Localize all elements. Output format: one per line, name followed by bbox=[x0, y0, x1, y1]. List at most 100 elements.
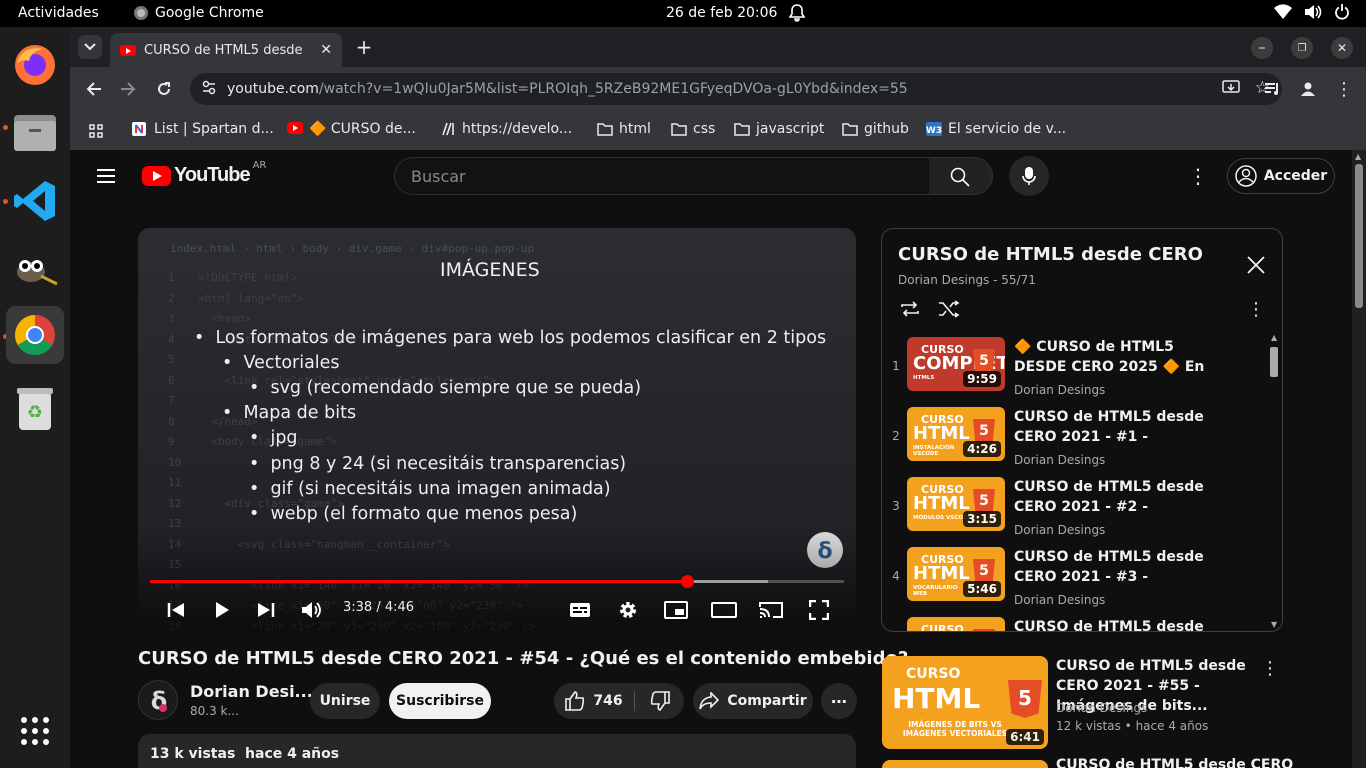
subscribe-button[interactable]: Suscribirse bbox=[389, 683, 491, 719]
miniplayer-icon[interactable] bbox=[663, 598, 689, 622]
bookmark-item[interactable]: 🔶 CURSO de... bbox=[287, 121, 416, 137]
close-playlist-icon[interactable] bbox=[1244, 253, 1268, 277]
playlist-menu-icon[interactable]: ⋮ bbox=[1244, 297, 1268, 321]
sign-in-button[interactable]: Acceder bbox=[1227, 158, 1335, 194]
playlist-item[interactable]: 3 CURSO HTML 5 MÓDULOS VSCODE 3:15 CURSO de HT… bbox=[882, 469, 1282, 539]
play-icon[interactable] bbox=[210, 598, 234, 622]
like-button[interactable]: 746 bbox=[554, 683, 634, 719]
activities-button[interactable]: Actividades bbox=[18, 5, 99, 21]
voice-search-icon[interactable] bbox=[1009, 156, 1049, 196]
site-info-icon[interactable] bbox=[202, 80, 216, 100]
theater-mode-icon[interactable] bbox=[711, 598, 737, 622]
search-button[interactable] bbox=[929, 157, 993, 195]
next-video-thumbnail-partial[interactable] bbox=[882, 760, 1048, 768]
shuffle-icon[interactable] bbox=[937, 297, 961, 321]
search-input[interactable]: Buscar bbox=[394, 157, 930, 195]
playlist-item[interactable]: 4 CURSO HTML 5 VOCABULARIO WEB 5:46 CURSO de H… bbox=[882, 539, 1282, 609]
guide-menu-icon[interactable] bbox=[94, 164, 118, 188]
fullscreen-icon[interactable] bbox=[806, 598, 832, 622]
description-box[interactable]: 13 k vistas hace 4 años bbox=[138, 734, 856, 768]
playlist-item-title: CURSO de HTML5 desde CERO 2021 - #1 - In… bbox=[1014, 409, 1204, 445]
channel-name[interactable]: Dorian Desi... bbox=[190, 682, 313, 701]
playlist-item[interactable]: 2 CURSO HTML 5 INSTALACIÓN VSCODE 4:26 CURSO d… bbox=[882, 399, 1282, 469]
chrome-icon[interactable] bbox=[6, 306, 64, 364]
new-tab-icon[interactable]: + bbox=[352, 35, 376, 59]
settings-gear-icon[interactable] bbox=[615, 598, 641, 622]
playlist-items: 1 CURSOCOMPLETO5HTML59:59🔶 CURSO de HTML5… bbox=[882, 329, 1282, 631]
playlist-title[interactable]: CURSO de HTML5 desde CERO bbox=[898, 244, 1203, 265]
video-player[interactable]: index.html › html › body › div.game › di… bbox=[138, 228, 856, 632]
playlist-item[interactable]: 1 CURSOCOMPLETO5HTML59:59🔶 CURSO de HTML5… bbox=[882, 329, 1282, 399]
playlist-scrollbar[interactable]: ▲ ▼ bbox=[1268, 333, 1280, 629]
firefox-icon[interactable] bbox=[6, 36, 64, 94]
page-scrollbar[interactable]: ▲ bbox=[1352, 150, 1366, 768]
forward-icon[interactable] bbox=[116, 77, 140, 101]
channel-avatar[interactable]: δ bbox=[138, 680, 178, 720]
vscode-icon[interactable] bbox=[6, 172, 64, 230]
progress-bar[interactable] bbox=[150, 575, 844, 588]
playlist-item-channel: Dorian Desings bbox=[1014, 453, 1106, 467]
bookmark-item[interactable]: css bbox=[671, 121, 715, 137]
back-icon[interactable] bbox=[82, 77, 106, 101]
gimp-icon[interactable] bbox=[6, 239, 64, 297]
previous-icon[interactable] bbox=[164, 598, 188, 622]
app-menu[interactable]: Google Chrome bbox=[134, 5, 264, 21]
next-video-channel[interactable]: Dorian Desings bbox=[1056, 701, 1147, 715]
install-app-icon[interactable] bbox=[1222, 80, 1240, 100]
apps-grid-icon[interactable] bbox=[86, 121, 106, 141]
bookmark-item[interactable]: github bbox=[842, 121, 909, 137]
tab-close-icon[interactable]: ✕ bbox=[320, 42, 332, 58]
svg-text:W3: W3 bbox=[926, 126, 942, 136]
bookmark-item[interactable]: html bbox=[597, 121, 651, 137]
dislike-button[interactable] bbox=[638, 683, 682, 719]
playlist-item[interactable]: CURSO 5 CURSO de HTML5 desde CERO bbox=[882, 609, 1282, 631]
media-control-icon[interactable] bbox=[1260, 77, 1284, 101]
chrome-small-icon bbox=[134, 6, 148, 20]
trash-icon[interactable]: ♻ bbox=[6, 380, 64, 438]
dock: ♻ bbox=[0, 27, 70, 768]
settings-more-icon[interactable]: ⋮ bbox=[1186, 164, 1210, 188]
tab-active[interactable]: CURSO de HTML5 desde ✕ bbox=[110, 33, 342, 67]
join-button[interactable]: Unirse bbox=[310, 683, 380, 719]
next-video-menu-icon[interactable]: ⋮ bbox=[1260, 656, 1280, 680]
close-window-icon[interactable]: ✕ bbox=[1331, 37, 1353, 59]
bookmark-item[interactable]: javascript bbox=[734, 121, 824, 137]
files-icon[interactable] bbox=[6, 104, 64, 162]
tab-strip: CURSO de HTML5 desde ✕ + – ❐ ✕ bbox=[70, 27, 1366, 67]
youtube-icon bbox=[287, 122, 303, 136]
cast-icon[interactable] bbox=[758, 598, 784, 622]
tab-search-icon[interactable] bbox=[78, 35, 102, 59]
system-tray[interactable] bbox=[1274, 4, 1350, 20]
thumb-text: HTML bbox=[913, 423, 970, 444]
reload-icon[interactable] bbox=[152, 77, 176, 101]
bookmark-item[interactable]: W3 El servicio de v... bbox=[926, 121, 1066, 137]
bookmark-label: html bbox=[619, 121, 651, 137]
youtube-logo[interactable]: YouTube AR bbox=[142, 160, 266, 187]
bookmark-label: El servicio de v... bbox=[948, 121, 1067, 137]
folder-icon bbox=[734, 122, 750, 136]
next-video-thumbnail[interactable]: CURSO HTML 5 IMÁGENES DE BITS VS IMÁGENE… bbox=[882, 656, 1048, 749]
youtube-favicon-icon bbox=[120, 44, 136, 56]
minimize-icon[interactable]: – bbox=[1251, 37, 1273, 59]
bookmark-item[interactable]: https://develo... bbox=[440, 121, 572, 137]
code-bg-breadcrumb: index.html › html › body › div.game › di… bbox=[170, 242, 535, 255]
address-bar[interactable]: youtube.com/watch?v=1wQIu0Jar5M&list=PLR… bbox=[190, 73, 1282, 105]
next-video-title-partial[interactable]: CURSO de HTML5 desde CERO bbox=[1056, 757, 1293, 768]
volume-icon[interactable] bbox=[300, 598, 324, 622]
profile-icon[interactable] bbox=[1296, 77, 1320, 101]
chrome-menu-icon[interactable]: ⋮ bbox=[1332, 77, 1356, 101]
share-button[interactable]: Compartir bbox=[693, 683, 813, 719]
share-icon bbox=[699, 692, 720, 710]
subtitles-icon[interactable] bbox=[567, 598, 593, 622]
next-icon[interactable] bbox=[254, 598, 278, 622]
notification-bell-icon[interactable] bbox=[788, 4, 806, 26]
bookmark-item[interactable]: List | Spartan d... bbox=[132, 121, 274, 137]
slide-line: • Los formatos de imágenes para web los … bbox=[194, 328, 827, 348]
browser-toolbar: youtube.com/watch?v=1wQIu0Jar5M&list=PLR… bbox=[70, 67, 1366, 111]
loop-icon[interactable] bbox=[898, 297, 922, 321]
clock[interactable]: 26 de feb 20:06 bbox=[666, 5, 777, 21]
more-actions-icon[interactable]: ⋯ bbox=[821, 683, 857, 719]
maximize-icon[interactable]: ❐ bbox=[1291, 37, 1313, 59]
playlist-item-channel: Dorian Desings bbox=[1014, 523, 1106, 537]
app-grid-icon[interactable] bbox=[6, 702, 64, 760]
